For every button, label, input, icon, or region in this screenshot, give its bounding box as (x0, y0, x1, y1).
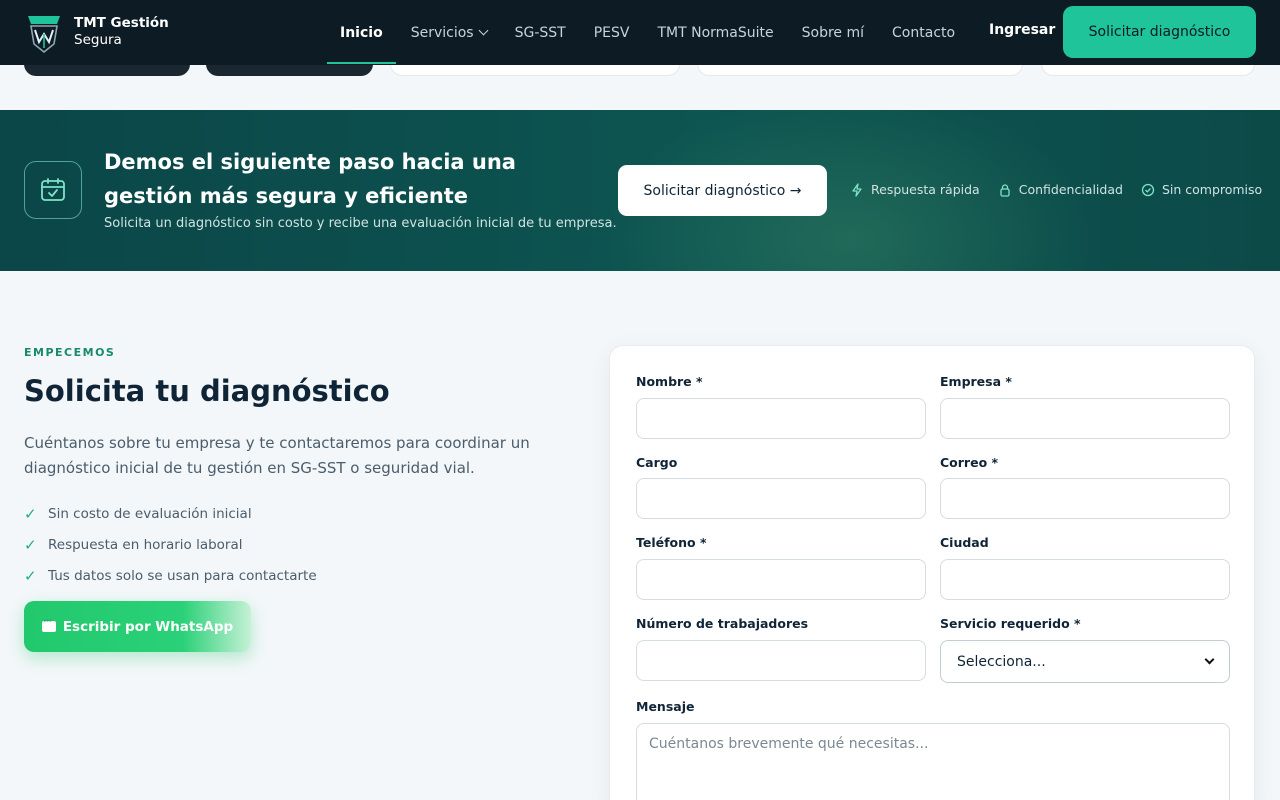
correo-label: Correo * (940, 455, 999, 470)
calendar-icon-box (24, 161, 82, 219)
badge-confidentiality: Confidencialidad (998, 182, 1123, 197)
nav-item-label: Contacto (892, 24, 956, 41)
check-icon: ✓ (24, 566, 37, 585)
request-diagnosis-button[interactable]: Solicitar diagnóstico (1063, 6, 1256, 58)
nav-item-normasuite[interactable]: TMT NormaSuite (657, 0, 773, 65)
nav-item-label: Sobre mí (801, 24, 865, 41)
list-item: ✓ Respuesta en horario laboral (24, 529, 317, 560)
check-icon: ✓ (24, 504, 37, 523)
brand-line-2: Segura (74, 32, 122, 48)
servicio-label: Servicio requerido * (940, 616, 1081, 631)
list-item-label: Respuesta en horario laboral (48, 536, 243, 553)
banner-request-button[interactable]: Solicitar diagnóstico → (618, 165, 827, 216)
nombre-field[interactable] (636, 398, 926, 439)
brand-logo[interactable]: TMT Gestión Segura (24, 10, 169, 54)
nav-item-contacto[interactable]: Contacto (892, 0, 955, 65)
correo-field[interactable] (940, 478, 1230, 519)
nav-item-label: Servicios (410, 24, 474, 41)
list-item: ✓ Tus datos solo se usan para contactarte (24, 560, 317, 591)
cargo-field[interactable] (636, 478, 926, 519)
nav-item-label: PESV (593, 24, 630, 41)
badge-label: Respuesta rápida (871, 182, 980, 197)
diagnosis-form: Nombre * Empresa * Cargo Correo * Teléfo… (609, 345, 1255, 800)
bolt-icon (852, 182, 862, 197)
nav-item-inicio[interactable]: Inicio (327, 0, 396, 65)
mensaje-textarea[interactable]: Cuéntanos brevemente qué necesitas... (636, 723, 1230, 800)
trabajadores-field[interactable] (636, 640, 926, 681)
badge-label: Sin compromiso (1161, 182, 1263, 197)
section-lead: Cuéntanos sobre tu empresa y te contacta… (24, 434, 530, 477)
check-icon: ✓ (24, 535, 37, 554)
chevron-down-icon (478, 25, 489, 36)
nav-item-servicios[interactable]: Servicios (410, 0, 489, 65)
main-nav: Inicio Servicios SG-SST PESV TMT NormaSu… (327, 0, 983, 65)
whatsapp-button[interactable]: Escribir por WhatsApp (24, 601, 251, 652)
nav-item-label: Inicio (340, 24, 383, 41)
nombre-label: Nombre * (636, 374, 703, 389)
empresa-field[interactable] (940, 398, 1230, 439)
trabajadores-label: Número de trabajadores (636, 616, 809, 631)
cargo-label: Cargo (636, 455, 678, 470)
section-title: Solicita tu diagnóstico (24, 374, 390, 408)
section-eyebrow: EMPECEMOS (24, 346, 116, 359)
mensaje-placeholder: Cuéntanos brevemente qué necesitas... (649, 736, 929, 752)
telefono-label: Teléfono * (636, 535, 707, 550)
brand-name: TMT Gestión Segura (74, 15, 169, 49)
list-item: ✓ Sin costo de evaluación inicial (24, 498, 317, 529)
chevron-down-icon (1204, 654, 1215, 665)
banner-badges: Respuesta rápida Confidencialidad Sin co… (850, 182, 1280, 197)
badge-no-commitment: Sin compromiso (1141, 182, 1262, 197)
mensaje-label: Mensaje (636, 699, 695, 714)
cta-banner: Demos el siguiente paso hacia una gestió… (0, 110, 1280, 271)
servicio-select[interactable]: Selecciona... (940, 640, 1230, 683)
nav-item-pesv[interactable]: PESV (594, 0, 630, 65)
benefits-list: ✓ Sin costo de evaluación inicial ✓ Respue… (24, 498, 317, 591)
banner-title: Demos el siguiente paso hacia una gestió… (104, 150, 516, 208)
servicio-selected-value: Selecciona... (957, 653, 1046, 670)
nav-item-sg-sst[interactable]: SG-SST (515, 0, 566, 65)
brand-line-1: TMT Gestión (74, 15, 169, 31)
logo-mark-icon (28, 16, 60, 54)
list-item-label: Sin costo de evaluación inicial (48, 505, 252, 522)
telefono-field[interactable] (636, 559, 926, 600)
chat-bubble-icon (41, 616, 56, 632)
banner-subtitle: Solicita un diagnóstico sin costo y reci… (104, 216, 617, 231)
nav-item-sobre-mi[interactable]: Sobre mí (802, 0, 864, 65)
calendar-check-icon (41, 178, 65, 201)
list-item-label: Tus datos solo se usan para contactarte (48, 567, 317, 584)
check-circle-icon (1141, 183, 1155, 196)
empresa-label: Empresa * (940, 374, 1012, 389)
nav-item-label: SG-SST (514, 24, 566, 41)
badge-fast-response: Respuesta rápida (850, 182, 980, 197)
ciudad-field[interactable] (940, 559, 1230, 600)
site-header: TMT Gestión Segura Inicio Servicios SG-S… (0, 0, 1280, 65)
badge-label: Confidencialidad (1018, 182, 1123, 197)
ciudad-label: Ciudad (940, 535, 989, 550)
whatsapp-button-label: Escribir por WhatsApp (62, 618, 234, 635)
nav-item-label: TMT NormaSuite (657, 24, 774, 41)
lock-icon (1000, 183, 1010, 197)
login-link[interactable]: Ingresar (989, 22, 1055, 38)
